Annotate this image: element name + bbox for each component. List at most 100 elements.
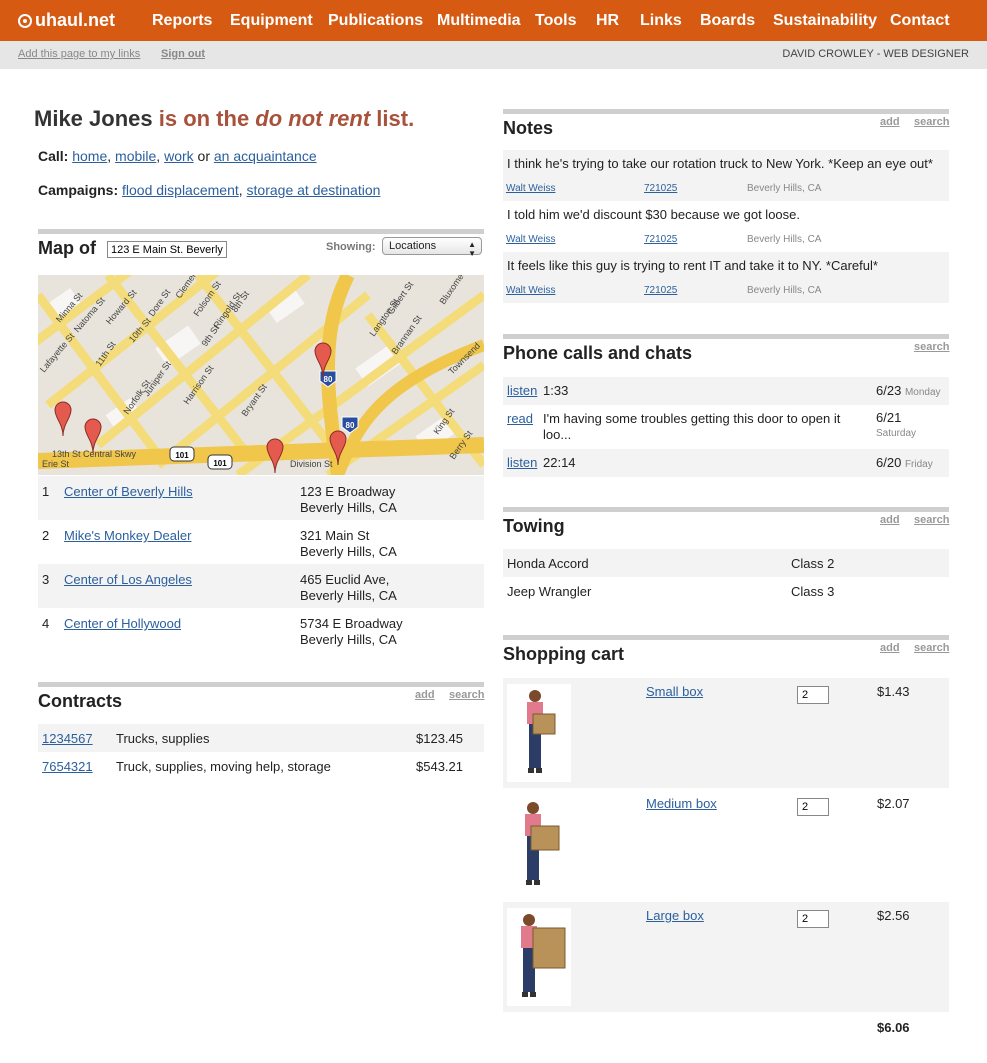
nav-reports[interactable]: Reports — [152, 12, 212, 30]
campaign-storage-link[interactable]: storage at destination — [247, 182, 381, 198]
contracts-heading: Contracts — [38, 691, 123, 711]
note-ref-link[interactable]: 721025 — [644, 183, 677, 194]
quantity-input[interactable] — [797, 910, 829, 928]
tow-class: Class 2 — [791, 556, 835, 571]
call-date: 6/20 Friday — [876, 455, 933, 470]
note-author-link[interactable]: Walt Weiss — [506, 234, 555, 245]
user-label: DAVID CROWLEY - WEB DESIGNER — [782, 48, 969, 60]
sign-out-link[interactable]: Sign out — [161, 48, 205, 60]
contract-description: Trucks, supplies — [116, 731, 210, 746]
table-row: Jeep Wrangler Class 3 — [503, 577, 949, 605]
contracts-search-link[interactable]: search — [449, 689, 484, 701]
highway-shield-icon: 101 — [207, 454, 233, 470]
product-link[interactable]: Small box — [646, 684, 703, 699]
contract-id-link[interactable]: 1234567 — [42, 731, 93, 746]
map-section-bar — [38, 229, 484, 234]
nav-tools[interactable]: Tools — [535, 12, 576, 30]
shield-label: 80 — [346, 421, 355, 430]
uhaul-logo-icon — [18, 13, 32, 28]
location-address: 123 E Broadway Beverly Hills, CA — [300, 484, 397, 515]
contract-description: Truck, supplies, moving help, storage — [116, 759, 331, 774]
call-label: Call: — [38, 148, 69, 164]
person-with-box-icon — [521, 914, 566, 997]
note-text: I told him we'd discount $30 because we … — [507, 207, 800, 222]
product-image[interactable] — [507, 908, 571, 1006]
towing-search-link[interactable]: search — [914, 514, 949, 526]
location-number: 3 — [42, 572, 50, 587]
showing-label: Showing: — [326, 241, 376, 253]
note-text: I think he's trying to take our rotation… — [507, 156, 933, 171]
showing-select-value: Locations — [389, 240, 437, 252]
quantity-input[interactable] — [797, 798, 829, 816]
add-to-my-links-link[interactable]: Add this page to my links — [18, 48, 140, 60]
nav-publications[interactable]: Publications — [328, 12, 423, 30]
contracts-add-link[interactable]: add — [415, 689, 435, 701]
calls-heading: Phone calls and chats — [503, 343, 693, 363]
call-or-text: or — [197, 148, 210, 164]
notes-section-bar — [503, 109, 949, 114]
note-author-link[interactable]: Walt Weiss — [506, 285, 555, 296]
note-item: It feels like this guy is trying to rent… — [503, 252, 949, 303]
logo-text: uhaul.net — [35, 10, 115, 30]
cart-item: Large box $2.56 — [503, 902, 949, 1012]
location-link[interactable]: Center of Los Angeles — [64, 572, 192, 587]
call-acquaintance-link[interactable]: an acquaintance — [214, 148, 317, 164]
contract-id-link[interactable]: 7654321 — [42, 759, 93, 774]
notes-heading: Notes — [503, 118, 554, 138]
table-row: 1234567 Trucks, supplies $123.45 — [38, 724, 484, 752]
location-number: 1 — [42, 484, 50, 499]
note-ref-link[interactable]: 721025 — [644, 234, 677, 245]
map[interactable]: Minna St Natoma St Howard St 10th St Dor… — [38, 275, 484, 475]
street-label: 13th St Central Skwy — [52, 449, 137, 459]
quantity-input[interactable] — [797, 686, 829, 704]
person-with-box-icon — [527, 690, 556, 773]
product-image[interactable] — [507, 684, 571, 782]
map-address-input[interactable] — [107, 241, 227, 258]
calls-search-link[interactable]: search — [914, 341, 949, 353]
street-label: Division St — [290, 459, 333, 469]
location-link[interactable]: Center of Hollywood — [64, 616, 181, 631]
call-mobile-link[interactable]: mobile — [115, 148, 156, 164]
map-canvas: Minna St Natoma St Howard St 10th St Dor… — [38, 275, 484, 475]
nav-boards[interactable]: Boards — [700, 12, 755, 30]
call-home-link[interactable]: home — [72, 148, 107, 164]
list-item: 1 Center of Beverly Hills 123 E Broadway… — [38, 476, 484, 520]
contract-amount: $543.21 — [416, 759, 463, 774]
read-link[interactable]: read — [507, 411, 533, 426]
towing-add-link[interactable]: add — [880, 514, 900, 526]
logo[interactable]: uhaul.net — [18, 10, 115, 31]
towing-heading: Towing — [503, 516, 565, 536]
notes-add-link[interactable]: add — [880, 116, 900, 128]
notes-search-link[interactable]: search — [914, 116, 949, 128]
note-item: I told him we'd discount $30 because we … — [503, 201, 949, 252]
table-row: 7654321 Truck, supplies, moving help, st… — [38, 752, 484, 780]
product-link[interactable]: Large box — [646, 908, 704, 923]
nav-sustainability[interactable]: Sustainability — [773, 12, 877, 30]
call-work-link[interactable]: work — [164, 148, 194, 164]
map-heading: Map of — [38, 238, 96, 258]
location-number: 4 — [42, 616, 50, 631]
note-text: It feels like this guy is trying to rent… — [507, 258, 878, 273]
cart-item: Medium box $2.07 — [503, 790, 949, 900]
listen-link[interactable]: listen — [507, 383, 537, 398]
campaign-flood-link[interactable]: flood displacement — [122, 182, 239, 198]
nav-multimedia[interactable]: Multimedia — [437, 12, 521, 30]
product-link[interactable]: Medium box — [646, 796, 717, 811]
location-link[interactable]: Mike's Monkey Dealer — [64, 528, 191, 543]
cart-search-link[interactable]: search — [914, 642, 949, 654]
nav-hr[interactable]: HR — [596, 12, 619, 30]
note-ref-link[interactable]: 721025 — [644, 285, 677, 296]
listen-link[interactable]: listen — [507, 455, 537, 470]
showing-select[interactable]: Locations ▲ ▼ — [382, 237, 482, 258]
location-link[interactable]: Center of Beverly Hills — [64, 484, 193, 499]
nav-equipment[interactable]: Equipment — [230, 12, 313, 30]
nav-links[interactable]: Links — [640, 12, 682, 30]
product-price: $2.56 — [877, 908, 910, 923]
contract-amount: $123.45 — [416, 731, 463, 746]
product-image[interactable] — [507, 796, 571, 894]
tow-vehicle: Honda Accord — [507, 556, 589, 571]
note-author-link[interactable]: Walt Weiss — [506, 183, 555, 194]
cart-add-link[interactable]: add — [880, 642, 900, 654]
status-emphasis: do not rent — [255, 106, 371, 131]
nav-contact[interactable]: Contact — [890, 12, 950, 30]
